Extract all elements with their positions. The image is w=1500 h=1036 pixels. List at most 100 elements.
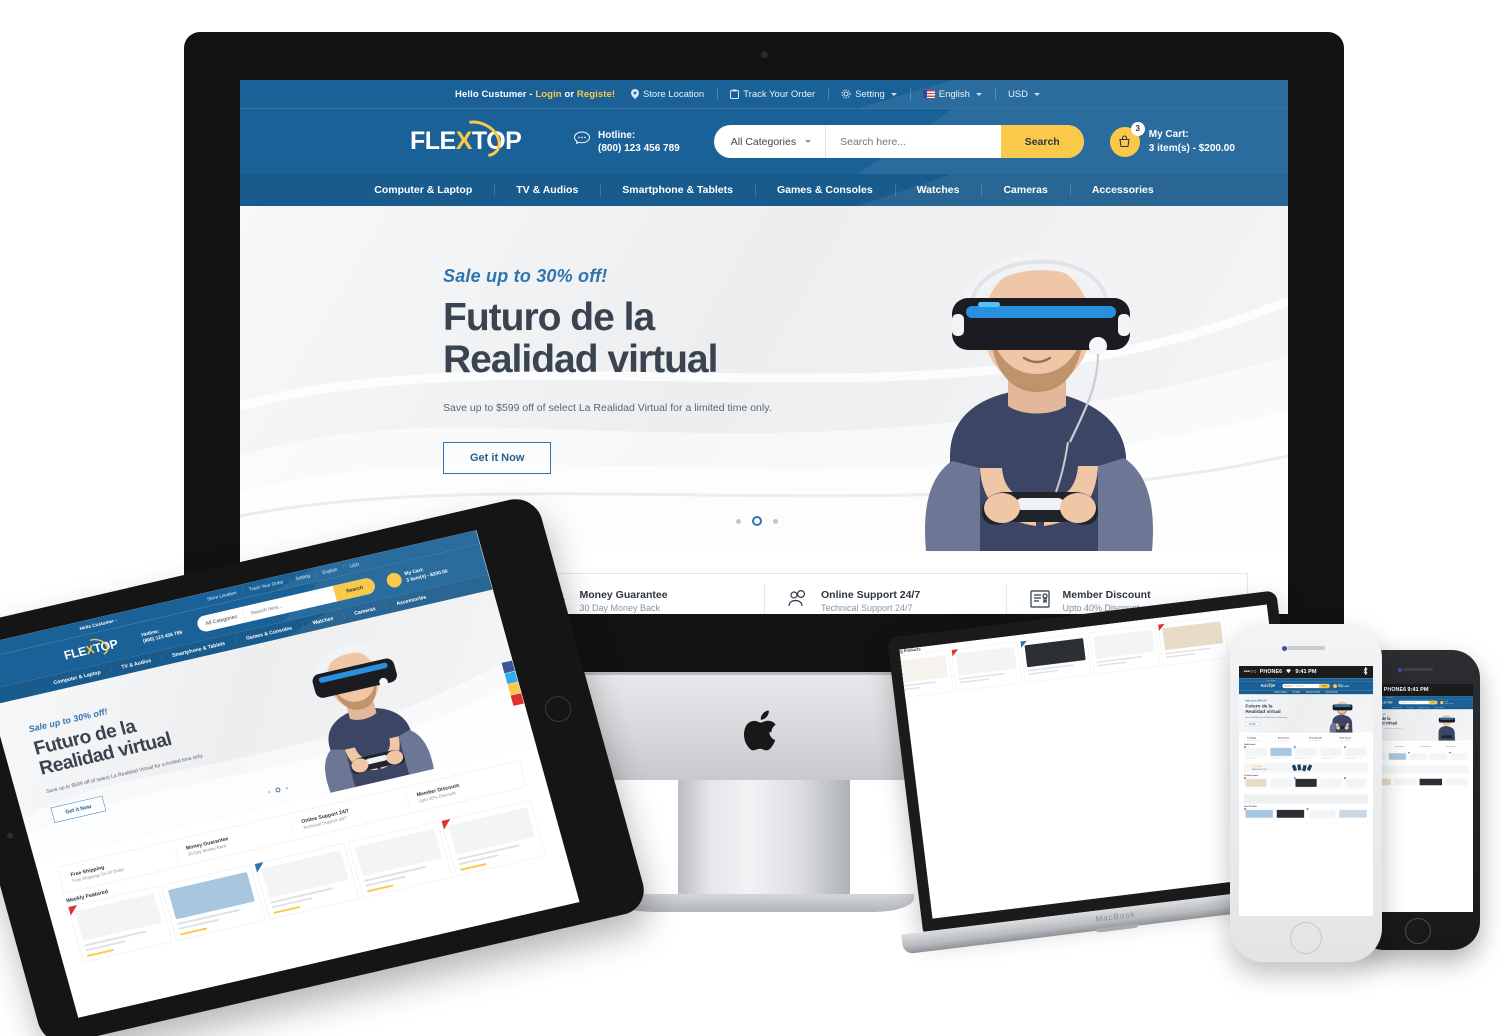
track-order-label: Track Your Order bbox=[743, 88, 816, 100]
promo-banner-2[interactable] bbox=[1244, 794, 1369, 804]
product-card[interactable] bbox=[1344, 746, 1369, 762]
product-card[interactable] bbox=[951, 641, 1023, 692]
status-time: 9:41 PM bbox=[1407, 687, 1429, 693]
product-card[interactable] bbox=[1319, 777, 1344, 793]
site-logo-tablet[interactable]: FLEXTOP bbox=[62, 635, 131, 662]
product-card[interactable] bbox=[1449, 751, 1469, 765]
search-button-tablet[interactable]: Search bbox=[332, 576, 377, 602]
product-card[interactable] bbox=[1408, 751, 1428, 765]
currency-dropdown-tablet[interactable]: USD bbox=[343, 560, 366, 570]
product-card[interactable] bbox=[1269, 746, 1294, 762]
nav-item-cameras[interactable]: Cameras bbox=[981, 184, 1069, 196]
search-button[interactable]: Search bbox=[1000, 125, 1084, 158]
nav-item-computer-laptop[interactable]: Computer & Laptop bbox=[352, 184, 494, 196]
language-dropdown[interactable]: English bbox=[909, 88, 995, 100]
product-card[interactable] bbox=[1337, 808, 1369, 824]
hotline-label: Hotline: bbox=[598, 129, 636, 141]
category-select[interactable]: All Categories bbox=[714, 125, 827, 158]
product-card[interactable] bbox=[1244, 746, 1269, 762]
slider-dot-1[interactable] bbox=[736, 518, 741, 524]
product-card[interactable] bbox=[1294, 777, 1319, 793]
service-title: Member Discount bbox=[1062, 589, 1151, 601]
product-card[interactable] bbox=[1157, 616, 1229, 666]
nav-item-mobile-white[interactable]: Smartphone & Tablets bbox=[1303, 691, 1323, 694]
promo-banner-mobile[interactable] bbox=[1367, 765, 1469, 774]
product-card[interactable] bbox=[1244, 808, 1275, 824]
status-signal: •••○○ bbox=[1244, 669, 1257, 675]
product-card[interactable] bbox=[1418, 777, 1444, 790]
product-card[interactable] bbox=[1344, 777, 1369, 793]
top-utility-bar: Hello Custumer - Login or Registe! Store… bbox=[240, 80, 1288, 109]
search-button-mobile[interactable]: Search bbox=[1428, 700, 1438, 705]
logo-swoosh-icon bbox=[450, 113, 508, 165]
product-card[interactable] bbox=[1244, 777, 1269, 793]
slider-dot-2-active[interactable] bbox=[752, 516, 762, 526]
cart-widget[interactable]: 3 My Cart: 3 item(s) - $200.00 bbox=[1109, 121, 1235, 157]
product-card[interactable] bbox=[1392, 777, 1418, 790]
slider-dots[interactable] bbox=[736, 516, 778, 526]
or-label: or bbox=[561, 88, 577, 100]
support-people-icon bbox=[786, 587, 810, 615]
nav-item-watches[interactable]: Watches bbox=[894, 184, 982, 196]
nav-item-tv-audios[interactable]: TV & Audios bbox=[494, 184, 600, 196]
wifi-icon bbox=[1285, 668, 1292, 676]
product-card[interactable] bbox=[1444, 777, 1469, 790]
product-card[interactable] bbox=[1294, 746, 1319, 762]
youtube-share-icon[interactable] bbox=[510, 693, 524, 706]
product-card[interactable] bbox=[1020, 633, 1092, 683]
iphone-home-button[interactable] bbox=[1405, 918, 1431, 944]
status-bar: •••○○ PHONE6 9:41 PM bbox=[1239, 666, 1373, 678]
search-input[interactable] bbox=[826, 135, 1001, 148]
flag-us-icon bbox=[922, 90, 935, 98]
product-card[interactable] bbox=[1306, 808, 1337, 824]
store-location-link[interactable]: Store Location bbox=[618, 89, 717, 100]
product-card[interactable] bbox=[1428, 751, 1449, 765]
basket-icon: 3 bbox=[1109, 121, 1145, 157]
promo-banner-mobile-white[interactable]: HOT SALE SMARTPHONE WORLD bbox=[1244, 763, 1369, 773]
product-card[interactable] bbox=[899, 650, 954, 700]
iphone-home-button[interactable] bbox=[1290, 922, 1322, 954]
currency-label: USD bbox=[1007, 88, 1028, 100]
hero-title-line2: Realidad virtual bbox=[443, 337, 718, 381]
hero-image bbox=[830, 206, 1250, 551]
search-button-mobile-white[interactable]: Search bbox=[1319, 683, 1330, 689]
product-card[interactable] bbox=[1269, 777, 1294, 793]
hotline-number: (800) 123 456 789 bbox=[598, 142, 680, 154]
product-card[interactable] bbox=[1275, 808, 1306, 824]
category-select-tablet[interactable]: All Categories bbox=[195, 606, 247, 634]
setting-dropdown-tablet[interactable]: Setting bbox=[289, 572, 317, 583]
nav-item-smartphone-tablets[interactable]: Smartphone & Tablets bbox=[600, 184, 755, 196]
cart-title: My Cart: bbox=[1148, 129, 1189, 140]
nav-item-mobile[interactable]: Smartphone & Tablets bbox=[1415, 706, 1432, 709]
currency-dropdown[interactable]: USD bbox=[994, 88, 1053, 100]
setting-dropdown[interactable]: Setting bbox=[828, 88, 910, 100]
iphone-camera-icon bbox=[1282, 646, 1287, 651]
imac-stand-neck bbox=[678, 780, 850, 900]
nav-item-mobile[interactable]: Games & Consoles bbox=[1431, 706, 1447, 709]
search-input-mobile-white[interactable] bbox=[1294, 685, 1320, 687]
nav-item-mobile-white[interactable]: Computer & Laptop bbox=[1271, 691, 1289, 693]
slider-dot-3[interactable] bbox=[773, 518, 778, 524]
chevron-down-icon bbox=[1034, 92, 1040, 96]
track-order-link[interactable]: Track Your Order bbox=[717, 88, 828, 100]
search-input-mobile[interactable] bbox=[1408, 701, 1429, 704]
cart-summary: 3 item(s) - $200.00 bbox=[1148, 142, 1235, 154]
nav-item-mobile[interactable]: TV & Audios bbox=[1404, 706, 1415, 709]
get-it-now-button[interactable]: Get it Now bbox=[443, 442, 552, 475]
product-card[interactable] bbox=[1387, 751, 1408, 765]
login-link[interactable]: Login bbox=[535, 89, 561, 100]
greeting-text: Hello Custumer - Login or Registe! bbox=[455, 89, 615, 100]
chevron-down-icon bbox=[890, 92, 897, 96]
site-logo[interactable]: FLEXTOP bbox=[410, 113, 545, 165]
product-card[interactable] bbox=[1089, 624, 1161, 675]
nav-item-games-consoles[interactable]: Games & Consoles bbox=[754, 184, 895, 196]
product-card[interactable] bbox=[1319, 746, 1344, 762]
nav-item-mobile-white[interactable]: Games & Consoles bbox=[1322, 691, 1341, 694]
get-it-now-button-mobile-white[interactable]: Get it Now bbox=[1245, 721, 1260, 727]
nav-item-mobile-white[interactable]: TV & Audios bbox=[1289, 691, 1304, 694]
topbar-links: Store Location Track Your Order Setting … bbox=[618, 88, 1053, 100]
register-link[interactable]: Registe! bbox=[577, 89, 615, 100]
status-carrier: PHONE6 bbox=[1259, 669, 1283, 675]
nav-item-mobile[interactable]: Computer & Laptop bbox=[1390, 707, 1405, 708]
nav-item-accessories[interactable]: Accessories bbox=[1069, 184, 1176, 196]
